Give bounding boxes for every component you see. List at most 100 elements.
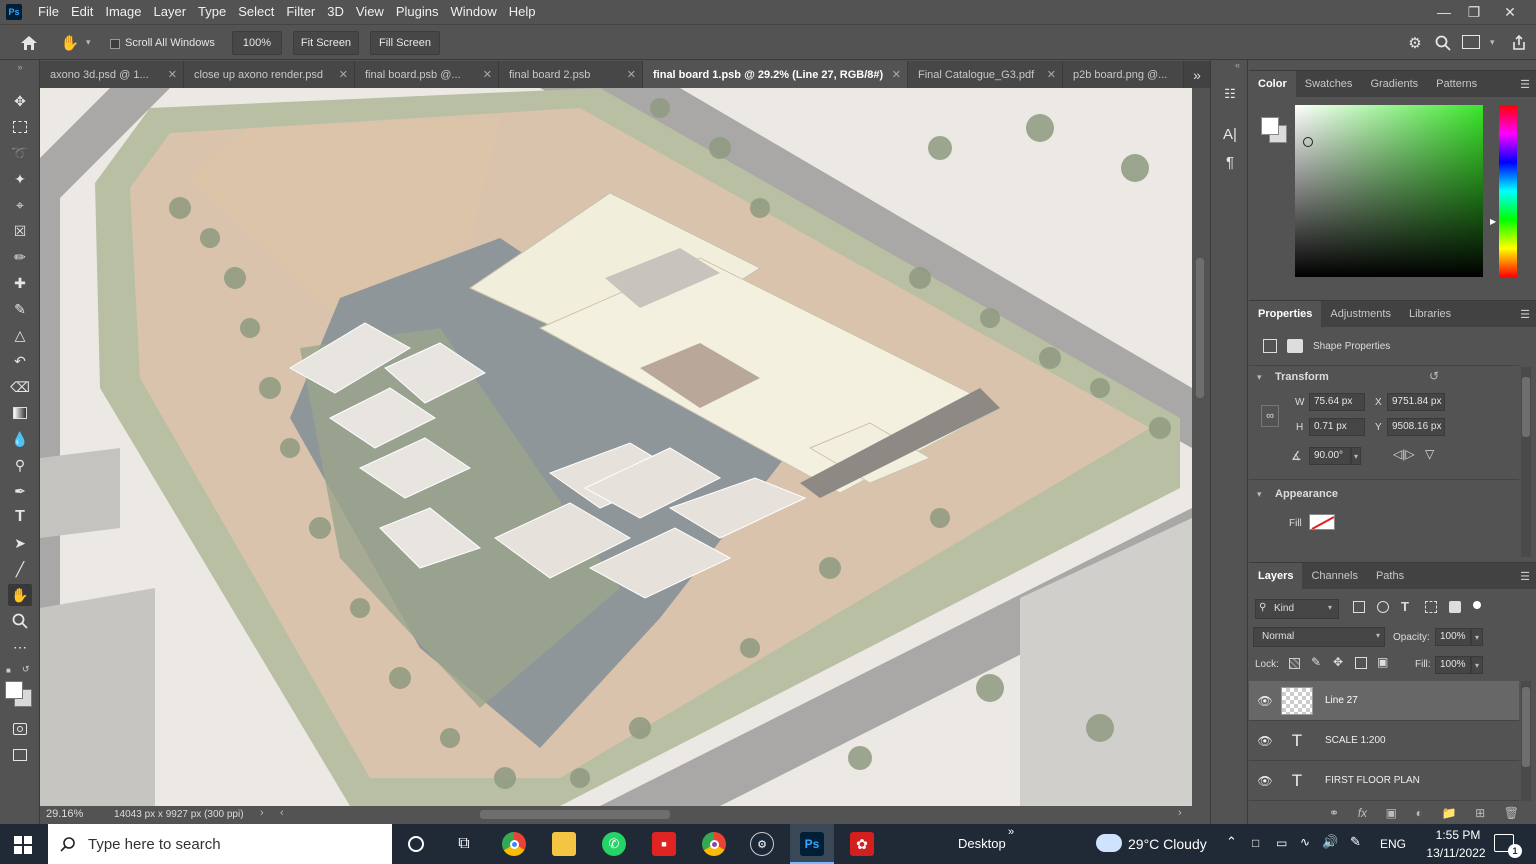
clock-date[interactable]: 13/11/2022 (1416, 846, 1496, 860)
flip-horizontal-icon[interactable]: ◁|▷ (1393, 447, 1415, 461)
history-brush-tool-icon[interactable]: ↶ (8, 350, 32, 372)
tab-color[interactable]: Color (1249, 71, 1296, 97)
link-layers-icon[interactable]: ⚭ (1329, 806, 1339, 820)
filter-toggle-icon[interactable] (1473, 601, 1481, 609)
home-icon[interactable] (16, 31, 42, 55)
hue-slider[interactable] (1499, 105, 1517, 277)
visibility-eye-icon[interactable]: 👁 (1249, 774, 1281, 788)
minimize-icon[interactable]: — (1428, 0, 1460, 24)
lock-artboard-icon[interactable] (1355, 657, 1367, 669)
tab-final-board[interactable]: final board.psb @... ✕ (355, 61, 499, 88)
filter-adjustment-layers-icon[interactable] (1377, 601, 1389, 613)
tab-libraries[interactable]: Libraries (1400, 301, 1460, 327)
filter-shape-layers-icon[interactable] (1425, 601, 1437, 613)
type-tool-icon[interactable]: T (8, 506, 32, 528)
chevron-down-icon[interactable]: ▾ (1376, 631, 1380, 640)
blur-tool-icon[interactable]: 💧 (8, 428, 32, 450)
default-colors-icon[interactable]: ■ (6, 666, 11, 675)
tray-chevron-up-icon[interactable]: ⌃ (1226, 834, 1237, 850)
path-selection-tool-icon[interactable]: ➤ (8, 532, 32, 554)
lock-position-icon[interactable]: ✥ (1333, 655, 1343, 669)
blend-mode-select[interactable]: Normal (1253, 627, 1385, 647)
menu-help[interactable]: Help (503, 0, 542, 24)
steam-icon[interactable]: ⚙ (750, 832, 774, 856)
vertical-scrollbar[interactable] (1192, 88, 1208, 806)
tab-channels[interactable]: Channels (1302, 563, 1366, 589)
filter-smart-objects-icon[interactable] (1449, 601, 1461, 613)
desktop-toolbar-label[interactable]: Desktop (958, 836, 1006, 851)
hand-tool-preset-icon[interactable]: ✋ (58, 31, 82, 55)
close-tab-icon[interactable]: ✕ (168, 68, 177, 81)
chevron-down-icon[interactable]: ▾ (1471, 628, 1483, 646)
clock-time[interactable]: 1:55 PM (1426, 828, 1490, 842)
tab-adjustments[interactable]: Adjustments (1321, 301, 1400, 327)
windows-start-icon[interactable] (14, 836, 32, 854)
history-panel-icon[interactable]: ☷ (1220, 84, 1240, 104)
panel-menu-icon[interactable]: ☰ (1520, 308, 1530, 321)
task-view-icon[interactable]: ⧉ (452, 832, 476, 856)
flip-vertical-icon[interactable]: ▽ (1425, 447, 1434, 461)
more-tools-icon[interactable]: ⋯ (8, 636, 32, 658)
close-tab-icon[interactable]: ✕ (892, 68, 901, 81)
tab-final-catalogue[interactable]: Final Catalogue_G3.pdf ✕ (908, 61, 1063, 88)
menu-plugins[interactable]: Plugins (390, 0, 445, 24)
chevron-down-icon[interactable]: ▾ (1490, 37, 1495, 48)
marquee-tool-icon[interactable] (8, 116, 32, 138)
menu-filter[interactable]: Filter (280, 0, 321, 24)
layer-fill-field[interactable]: 100% (1435, 656, 1471, 674)
layers-scrollbar[interactable] (1521, 681, 1531, 801)
character-panel-icon[interactable]: A| (1220, 124, 1240, 144)
chrome-icon[interactable] (502, 832, 526, 856)
vertical-scroll-thumb[interactable] (1196, 258, 1204, 398)
tab-final-board-1[interactable]: final board 1.psb @ 29.2% (Line 27, RGB/… (643, 61, 908, 88)
chevron-down-icon[interactable]: ▾ (1351, 447, 1361, 465)
close-tab-icon[interactable]: ✕ (339, 68, 348, 81)
tray-wifi-icon[interactable]: ∿ (1300, 835, 1310, 849)
tab-layers[interactable]: Layers (1249, 563, 1303, 589)
layer-row-line-27[interactable]: 👁 Line 27 (1249, 681, 1519, 721)
app-red-icon[interactable]: ■ (652, 832, 676, 856)
layer-style-fx-icon[interactable]: fx (1358, 806, 1367, 820)
cortana-icon[interactable] (404, 832, 428, 856)
close-icon[interactable]: ✕ (1494, 0, 1526, 24)
tray-network-icon[interactable]: □ (1252, 836, 1259, 850)
file-explorer-icon[interactable] (552, 832, 576, 856)
filter-type-layers-icon[interactable]: T (1401, 599, 1409, 614)
pen-tool-icon[interactable]: ✒ (8, 480, 32, 502)
properties-scrollbar[interactable] (1521, 367, 1531, 557)
tray-battery-icon[interactable]: ▭ (1276, 836, 1287, 850)
language-indicator[interactable]: ENG (1380, 837, 1406, 851)
layer-row-first-floor-plan[interactable]: 👁 T FIRST FLOOR PLAN (1249, 761, 1519, 801)
link-dimensions-icon[interactable]: ∞ (1261, 405, 1279, 427)
lasso-tool-icon[interactable]: ➰ (8, 142, 32, 164)
tab-patterns[interactable]: Patterns (1427, 71, 1486, 97)
document-canvas[interactable] (40, 88, 1192, 806)
tray-volume-icon[interactable]: 🔊 (1322, 834, 1338, 850)
swap-colors-icon[interactable]: ↺ (22, 664, 30, 675)
y-position-field[interactable]: 9508.16 px (1387, 418, 1445, 436)
layer-name[interactable]: SCALE 1:200 (1325, 735, 1386, 746)
new-group-icon[interactable]: 📁 (1442, 806, 1457, 820)
healing-brush-tool-icon[interactable]: ✚ (8, 272, 32, 294)
menu-type[interactable]: Type (192, 0, 232, 24)
zoom-level[interactable]: 29.16% (46, 808, 83, 820)
whatsapp-icon[interactable]: ✆ (602, 832, 626, 856)
collapse-panels-icon[interactable]: « (1235, 60, 1240, 70)
workspace-icon[interactable] (1462, 35, 1480, 49)
lock-transparent-pixels-icon[interactable] (1289, 658, 1300, 669)
angle-field[interactable]: 90.00° (1309, 447, 1351, 465)
filter-pixel-layers-icon[interactable] (1353, 601, 1365, 613)
weather-text[interactable]: 29°C Cloudy (1128, 836, 1207, 852)
fit-screen-button[interactable]: Fit Screen (293, 31, 359, 55)
tab-final-board-2[interactable]: final board 2.psb ✕ (499, 61, 643, 88)
close-tab-icon[interactable]: ✕ (1047, 68, 1056, 81)
foreground-color-swatch[interactable] (5, 681, 23, 699)
move-tool-icon[interactable]: ✥ (8, 90, 32, 112)
menu-3d[interactable]: 3D (321, 0, 350, 24)
menu-select[interactable]: Select (232, 0, 280, 24)
dodge-tool-icon[interactable]: ⚲ (8, 454, 32, 476)
zoom-100-button[interactable]: 100% (232, 31, 282, 55)
visibility-eye-icon[interactable]: 👁 (1249, 734, 1281, 748)
chevron-down-icon[interactable]: ▾ (86, 37, 91, 48)
chevron-down-icon[interactable]: ▾ (1328, 603, 1332, 612)
